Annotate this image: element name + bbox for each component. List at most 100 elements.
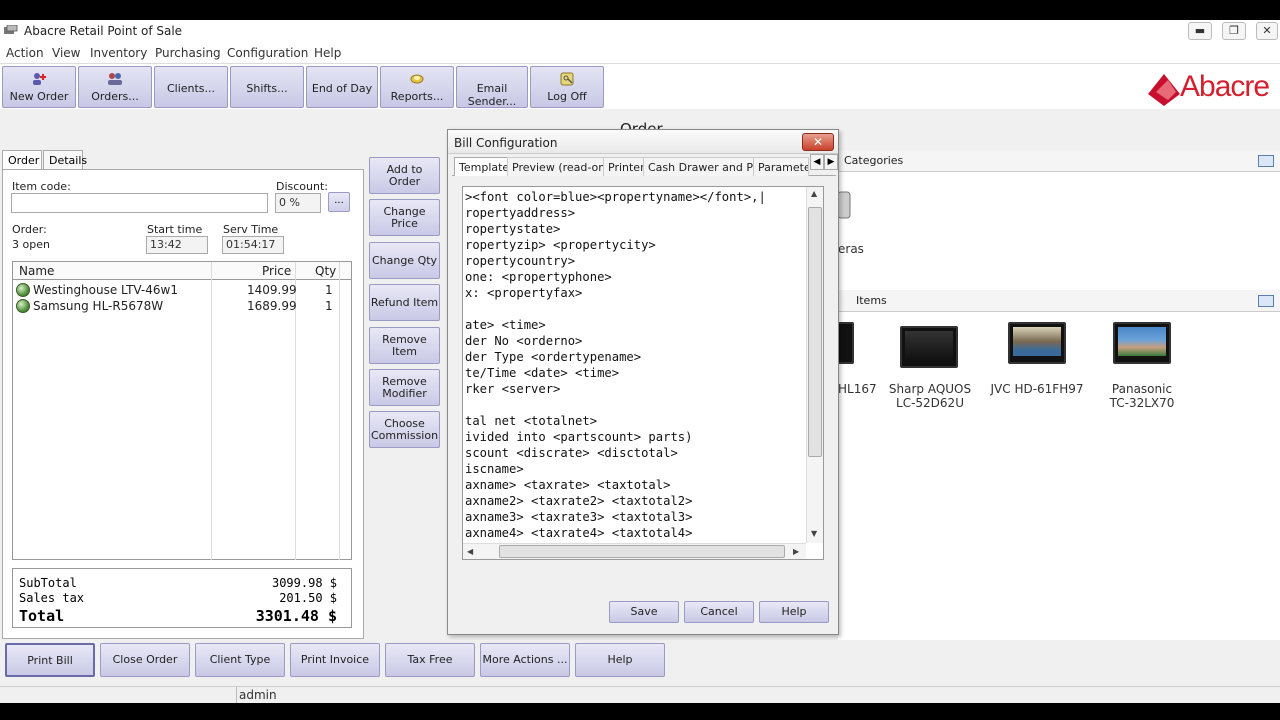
- reports-button[interactable]: Reports...: [380, 66, 454, 108]
- horizontal-scrollbar[interactable]: ◀ ▶: [463, 543, 806, 559]
- scroll-left-icon[interactable]: ◀: [467, 547, 473, 556]
- column-qty[interactable]: Qty: [315, 264, 336, 278]
- product-name[interactable]: HL167: [838, 382, 877, 396]
- orders-button[interactable]: Orders...: [78, 66, 152, 108]
- code-line: ropertyzip> <propertycity>: [465, 238, 656, 252]
- main-toolbar: New Order Orders... Clients... Shifts...…: [0, 63, 1280, 109]
- product-name[interactable]: Panasonic TC-32LX70: [1104, 382, 1180, 410]
- vertical-scroll-thumb[interactable]: [808, 207, 822, 457]
- reports-icon: [410, 74, 424, 84]
- product-name[interactable]: Sharp AQUOS LC-52D62U: [887, 382, 973, 410]
- tab-parameters[interactable]: Parameters: [753, 157, 809, 176]
- shifts-button[interactable]: Shifts...: [230, 66, 304, 108]
- scroll-right-icon[interactable]: ▶: [793, 547, 799, 556]
- table-row[interactable]: Westinghouse LTV-46w1 1409.99 1: [13, 282, 351, 298]
- menu-bar: Action View Inventory Purchasing Configu…: [0, 43, 1280, 63]
- menu-configuration[interactable]: Configuration: [227, 46, 308, 60]
- maximize-button[interactable]: ❐: [1222, 22, 1246, 40]
- tax-free-button[interactable]: Tax Free: [385, 643, 475, 677]
- bill-configuration-dialog: Bill Configuration ✕ Template Preview (r…: [447, 129, 839, 635]
- tab-scroll-left-icon[interactable]: ◀: [810, 154, 824, 170]
- print-invoice-button[interactable]: Print Invoice: [290, 643, 380, 677]
- totals-box: SubTotal 3099.98 $ Sales tax 201.50 $ To…: [12, 568, 352, 628]
- tab-details[interactable]: Details: [43, 150, 87, 169]
- menu-inventory[interactable]: Inventory: [90, 46, 147, 60]
- more-actions-button[interactable]: More Actions ...: [480, 643, 570, 677]
- remove-modifier-button[interactable]: Remove Modifier: [369, 369, 440, 406]
- product-name[interactable]: JVC HD-61FH97: [988, 382, 1086, 396]
- minimize-button[interactable]: ▬: [1188, 22, 1212, 40]
- dialog-help-button[interactable]: Help: [759, 601, 829, 623]
- product-thumbnail[interactable]: [838, 322, 854, 364]
- item-price: 1689.99: [247, 299, 297, 313]
- menu-action[interactable]: Action: [6, 46, 44, 60]
- tab-scroll-right-icon[interactable]: ▶: [824, 154, 838, 170]
- item-qty: 1: [325, 283, 333, 297]
- table-row[interactable]: Samsung HL-R5678W 1689.99 1: [13, 298, 351, 314]
- change-price-button[interactable]: Change Price: [369, 199, 440, 236]
- code-line: iscname>: [465, 462, 524, 476]
- scroll-up-icon[interactable]: ▲: [811, 189, 817, 198]
- tv-screen: [1013, 327, 1061, 356]
- subtotal-label: SubTotal: [19, 576, 77, 590]
- tab-order[interactable]: Order: [2, 150, 42, 171]
- end-of-day-button[interactable]: End of Day: [306, 66, 378, 108]
- item-code-input[interactable]: [11, 193, 268, 213]
- current-user: admin: [236, 687, 279, 704]
- refund-item-button[interactable]: Refund Item: [369, 284, 440, 321]
- vertical-scrollbar[interactable]: ▲ ▼: [806, 187, 823, 543]
- log-off-button[interactable]: Log Off: [530, 66, 604, 108]
- add-to-order-button[interactable]: Add to Order: [369, 157, 440, 194]
- item-status-icon: [16, 283, 30, 297]
- client-type-button[interactable]: Client Type: [195, 643, 285, 677]
- code-line: ropertycountry>: [465, 254, 576, 268]
- categories-header: Categories: [838, 150, 1280, 172]
- change-qty-button[interactable]: Change Qty: [369, 242, 440, 279]
- remove-item-button[interactable]: Remove Item: [369, 327, 440, 364]
- product-thumbnail[interactable]: [900, 326, 958, 368]
- discount-browse-button[interactable]: ...: [328, 192, 350, 212]
- horizontal-scroll-thumb[interactable]: [499, 545, 785, 558]
- menu-purchasing[interactable]: Purchasing: [155, 46, 221, 60]
- dialog-close-button[interactable]: ✕: [802, 133, 834, 151]
- close-button[interactable]: ✕: [1256, 22, 1278, 40]
- help-button[interactable]: Help: [575, 643, 665, 677]
- categories-label: Categories: [844, 154, 904, 167]
- product-thumbnail[interactable]: [1008, 322, 1066, 364]
- subtotal-value: 3099.98 $: [271, 576, 337, 590]
- code-line: ropertyaddress>: [465, 206, 576, 220]
- sales-tax-label: Sales tax: [19, 591, 85, 605]
- menu-view[interactable]: View: [52, 46, 80, 60]
- item-name: Westinghouse LTV-46w1: [33, 283, 178, 297]
- template-editor[interactable]: ><font color=blue><propertyname></font>,…: [462, 186, 824, 560]
- product-thumbnail[interactable]: [1113, 322, 1171, 364]
- category-icon[interactable]: [838, 190, 852, 220]
- table-header: Name Price Qty: [13, 262, 351, 280]
- email-sender-button[interactable]: Email Sender...: [456, 66, 528, 108]
- view-mode-icon[interactable]: [1258, 155, 1274, 167]
- template-code[interactable]: ><font color=blue><propertyname></font>,…: [465, 189, 805, 543]
- code-line: one: <propertyphone>: [465, 270, 612, 284]
- clients-button[interactable]: Clients...: [154, 66, 228, 108]
- items-header: Items: [838, 290, 1280, 312]
- view-mode-icon[interactable]: [1258, 295, 1274, 307]
- code-line: axname> <taxrate> <taxtotal>: [465, 478, 671, 492]
- print-bill-button[interactable]: Print Bill: [5, 643, 95, 677]
- save-button[interactable]: Save: [609, 601, 679, 623]
- tab-template[interactable]: Template: [454, 157, 515, 176]
- orders-icon: [108, 73, 122, 85]
- cancel-button[interactable]: Cancel: [684, 601, 754, 623]
- choose-commission-button[interactable]: Choose Commission: [369, 411, 440, 448]
- menu-help[interactable]: Help: [314, 46, 341, 60]
- scroll-down-icon[interactable]: ▼: [811, 529, 817, 538]
- sales-tax-value: 201.50 $: [279, 591, 337, 605]
- close-order-button[interactable]: Close Order: [100, 643, 190, 677]
- discount-label: Discount:: [276, 180, 328, 193]
- discount-field[interactable]: 0 %: [275, 193, 321, 213]
- new-order-button[interactable]: New Order: [2, 66, 76, 108]
- code-line: ate> <time>: [465, 318, 546, 332]
- column-name[interactable]: Name: [19, 264, 54, 278]
- screen: Abacre Retail Point of Sale ▬ ❐ ✕ Action…: [0, 0, 1280, 720]
- column-price[interactable]: Price: [262, 264, 291, 278]
- key-icon: [560, 72, 574, 86]
